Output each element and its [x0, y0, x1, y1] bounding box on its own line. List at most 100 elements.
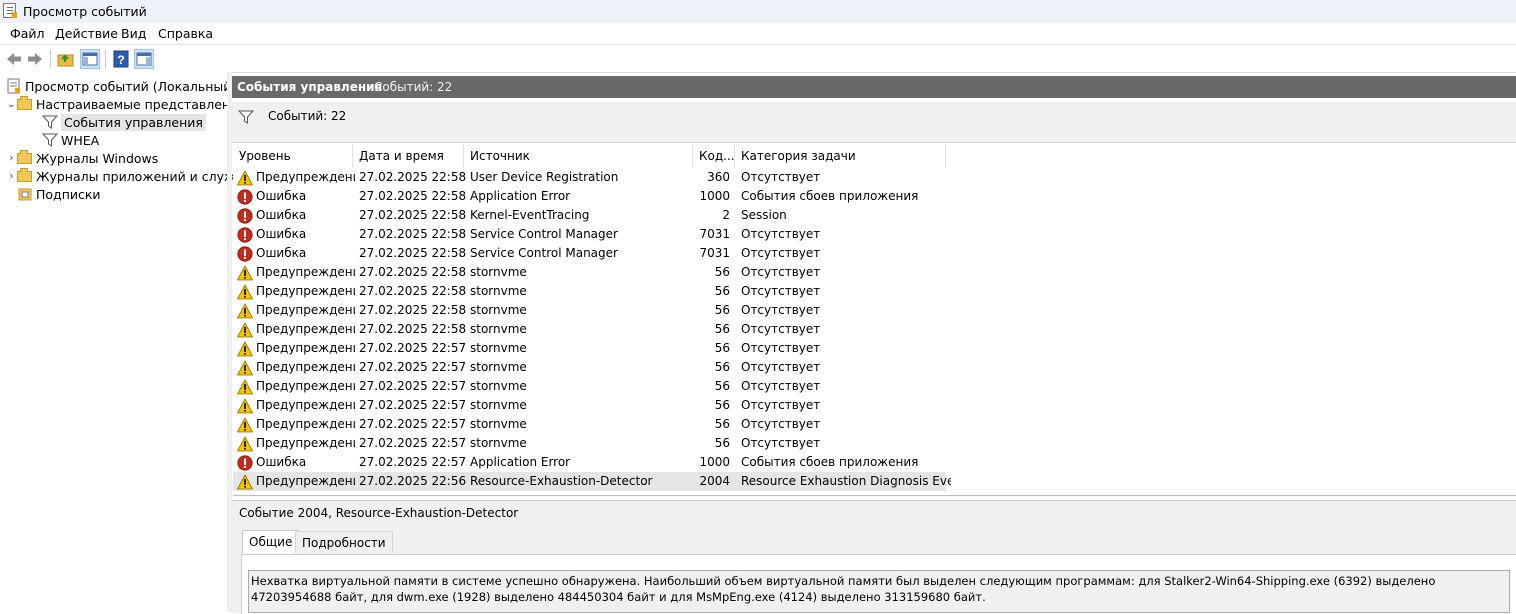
cell-level: Предупреждение	[237, 358, 355, 377]
table-row[interactable]: Предупреждение 27.02.2025 22:58:01stornvm…	[233, 282, 946, 301]
tree-item-custom-views[interactable]: ⌄ Настраиваемые представления	[6, 95, 246, 113]
folder-icon	[17, 96, 33, 112]
event-viewer-app-icon	[3, 3, 17, 18]
column-header-level[interactable]: Уровень	[233, 144, 353, 168]
events-table: Уровень Дата и время Источник Код... Кат…	[233, 144, 1516, 496]
cell-date: 27.02.2025 22:57:57	[359, 341, 467, 355]
help-icon[interactable]: ?	[111, 49, 131, 69]
cell-level: Предупреждение	[237, 472, 355, 491]
level-text: Предупреждение	[256, 474, 355, 488]
level-text: Ошибка	[256, 189, 307, 203]
column-header-category[interactable]: Категория задачи	[735, 144, 946, 168]
cell-date: 27.02.2025 22:58:00	[359, 303, 467, 317]
cell-date: 27.02.2025 22:57:57	[359, 360, 467, 374]
cell-code: 56	[714, 322, 730, 336]
cell-category: Session	[741, 208, 787, 222]
cell-level: Предупреждение	[237, 377, 355, 396]
table-row[interactable]: Предупреждение 27.02.2025 22:57:54stornvm…	[233, 415, 946, 434]
warning-icon	[237, 378, 254, 395]
table-row[interactable]: Предупреждение 27.02.2025 22:57:54stornvm…	[233, 377, 946, 396]
level-text: Ошибка	[256, 455, 307, 469]
filter-icon	[237, 109, 255, 128]
table-row[interactable]: Ошибка 27.02.2025 22:58:16Kernel-EventTra…	[233, 206, 946, 225]
back-arrow-icon[interactable]	[4, 49, 24, 69]
cell-source: Resource-Exhaustion-Detector	[470, 474, 653, 488]
cell-code: 56	[714, 284, 730, 298]
tree-item-app-logs[interactable]: › Журналы приложений и служб	[6, 167, 243, 185]
table-row[interactable]: Ошибка 27.02.2025 22:57:11Application Err…	[233, 453, 946, 472]
warning-icon	[237, 416, 254, 433]
cell-category: Отсутствует	[741, 379, 821, 393]
menu-file[interactable]: Файл	[10, 26, 45, 41]
tab-general[interactable]: Общие	[242, 530, 300, 554]
tree-item-subscriptions[interactable]: Подписки	[17, 185, 101, 203]
cell-code: 7031	[699, 246, 730, 260]
table-row[interactable]: Предупреждение 27.02.2025 22:56:27Resourc…	[233, 472, 951, 491]
level-text: Предупреждение	[256, 379, 355, 393]
column-header-code[interactable]: Код...	[693, 144, 735, 168]
table-row[interactable]: Предупреждение 27.02.2025 22:57:54stornvm…	[233, 434, 946, 453]
filter-bar: Событий: 22	[232, 102, 1516, 143]
table-row[interactable]: Ошибка 27.02.2025 22:58:19Application Err…	[233, 187, 946, 206]
menu-view[interactable]: Вид	[121, 26, 146, 41]
tree-item-label: События управления	[61, 113, 206, 131]
cell-code: 56	[714, 417, 730, 431]
view-title: События управления	[237, 80, 383, 94]
chevron-right-icon[interactable]: ›	[6, 171, 17, 182]
tab-details[interactable]: Подробности	[295, 531, 393, 553]
chevron-right-icon[interactable]: ›	[6, 153, 17, 164]
cell-category: Отсутствует	[741, 170, 821, 184]
console-tree: Просмотр событий (Локальный) ⌄ Настраива…	[0, 72, 246, 612]
chevron-down-icon[interactable]: ⌄	[6, 99, 17, 110]
tree-item-whea[interactable]: WHEA	[41, 131, 99, 149]
level-text: Предупреждение	[256, 322, 355, 336]
tree-item-label: Журналы приложений и служб	[36, 168, 244, 184]
cell-level: Ошибка	[237, 225, 355, 244]
table-row[interactable]: Предупреждение 27.02.2025 22:58:01stornvm…	[233, 263, 946, 282]
show-hide-action-pane-icon[interactable]	[134, 49, 154, 69]
cell-code: 1000	[699, 189, 730, 203]
level-text: Ошибка	[256, 246, 307, 260]
column-header-source[interactable]: Источник	[464, 144, 693, 168]
cell-code: 56	[714, 379, 730, 393]
table-row[interactable]: Предупреждение 27.02.2025 22:57:57stornvm…	[233, 358, 946, 377]
event-description-text[interactable]: Нехватка виртуальной памяти в системе ус…	[248, 570, 1510, 613]
cell-category: Отсутствует	[741, 265, 821, 279]
table-row[interactable]: Предупреждение 27.02.2025 22:58:00stornvm…	[233, 301, 946, 320]
cell-code: 56	[714, 398, 730, 412]
tree-item-root[interactable]: Просмотр событий (Локальный)	[6, 77, 236, 95]
tree-item-windows-logs[interactable]: › Журналы Windows	[6, 149, 158, 167]
cell-category: Отсутствует	[741, 284, 821, 298]
cell-category: События сбоев приложения	[741, 455, 919, 469]
cell-source: stornvme	[470, 265, 527, 279]
level-text: Предупреждение	[256, 360, 355, 374]
warning-icon	[237, 340, 254, 357]
forward-arrow-icon[interactable]	[25, 49, 45, 69]
event-viewer-icon	[6, 78, 22, 94]
level-text: Предупреждение	[256, 398, 355, 412]
table-row[interactable]: Предупреждение 27.02.2025 22:57:57stornvm…	[233, 339, 946, 358]
table-row[interactable]: Ошибка 27.02.2025 22:58:10Service Control…	[233, 225, 946, 244]
menu-help[interactable]: Справка	[158, 26, 213, 41]
cell-date: 27.02.2025 22:58:01	[359, 265, 467, 279]
window-title: Просмотр событий	[23, 4, 147, 19]
event-detail-title: Событие 2004, Resource-Exhaustion-Detect…	[239, 506, 519, 520]
tree-item-admin-events[interactable]: События управления	[41, 113, 206, 131]
cell-category: Отсутствует	[741, 322, 821, 336]
error-icon	[237, 207, 253, 224]
level-text: Предупреждение	[256, 170, 355, 184]
folder-up-icon[interactable]	[56, 49, 76, 69]
menu-action[interactable]: Действие	[55, 26, 118, 41]
show-hide-console-tree-icon[interactable]	[80, 49, 100, 69]
cell-level: Ошибка	[237, 244, 355, 263]
filter-icon	[41, 114, 59, 130]
table-row[interactable]: Предупреждение 27.02.2025 22:58:00stornvm…	[233, 320, 946, 339]
tree-item-label: Подписки	[36, 186, 101, 202]
cell-source: Application Error	[470, 189, 571, 203]
table-row[interactable]: Ошибка 27.02.2025 22:58:09Service Control…	[233, 244, 946, 263]
cell-date: 27.02.2025 22:56:27	[359, 474, 467, 488]
table-row[interactable]: Предупреждение 27.02.2025 22:57:54stornvm…	[233, 396, 946, 415]
column-header-date[interactable]: Дата и время	[353, 144, 464, 168]
table-row[interactable]: Предупреждение 27.02.2025 22:58:35User De…	[233, 168, 946, 187]
cell-level: Ошибка	[237, 453, 355, 472]
